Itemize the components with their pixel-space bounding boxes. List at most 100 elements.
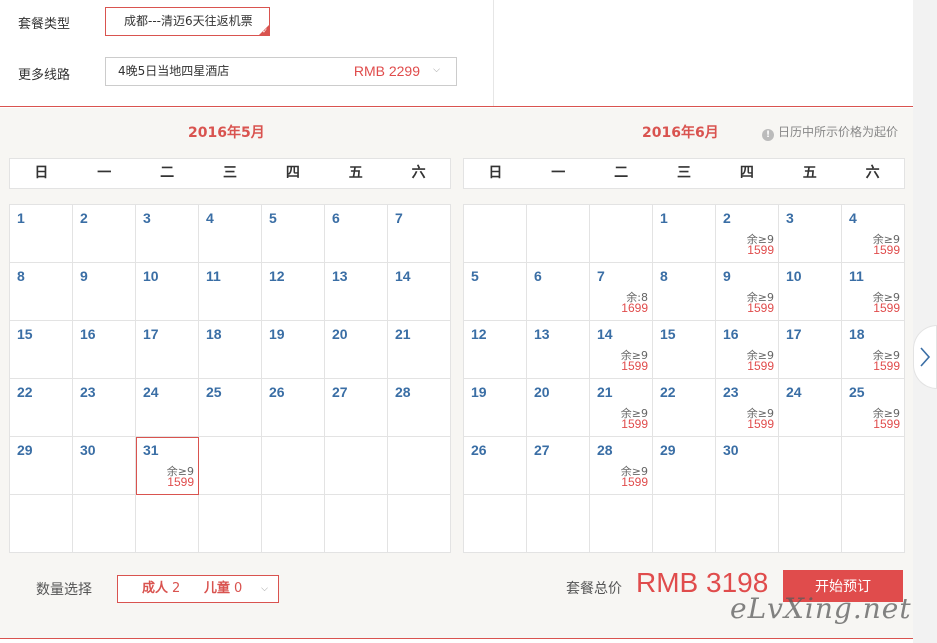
calendar-day-cell[interactable]: 6 — [527, 263, 590, 321]
calendar-day-cell[interactable]: 17 — [136, 321, 199, 379]
calendar-day-cell[interactable]: 20 — [325, 321, 388, 379]
package-type-label: 套餐类型 — [18, 17, 71, 32]
weekday-header-may: 日 一 二 三 四 五 六 — [9, 158, 451, 189]
day-number: 3 — [143, 210, 151, 226]
calendar-day-cell[interactable]: 22 — [653, 379, 716, 437]
chevron-right-icon — [920, 347, 931, 367]
day-price: 1599 — [873, 301, 900, 315]
day-number: 2 — [80, 210, 88, 226]
day-number: 12 — [471, 326, 487, 342]
watermark: eLvXing.net — [730, 592, 912, 625]
calendar-empty-cell — [325, 437, 388, 495]
child-label: 儿童 — [204, 581, 231, 596]
calendar-day-cell[interactable]: 26 — [262, 379, 325, 437]
calendar-day-cell[interactable]: 24 — [136, 379, 199, 437]
day-number: 5 — [471, 268, 479, 284]
day-price: 1599 — [747, 359, 774, 373]
day-number: 10 — [786, 268, 802, 284]
calendar-day-cell[interactable]: 19 — [464, 379, 527, 437]
day-number: 1 — [17, 210, 25, 226]
day-number: 19 — [471, 384, 487, 400]
day-number: 23 — [723, 384, 739, 400]
day-number: 16 — [80, 326, 96, 342]
calendar-day-cell[interactable]: 20 — [527, 379, 590, 437]
calendar-day-cell[interactable]: 29 — [653, 437, 716, 495]
day-price: 1599 — [747, 301, 774, 315]
day-number: 4 — [849, 210, 857, 226]
day-number: 25 — [206, 384, 222, 400]
calendar-day-cell[interactable]: 30 — [716, 437, 779, 495]
calendar-day-cell[interactable]: 10 — [779, 263, 842, 321]
day-number: 22 — [17, 384, 33, 400]
calendar-day-cell[interactable]: 2 余≥9 1599 — [716, 205, 779, 263]
package-type-option[interactable]: 成都---清迈6天往返机票 ✓ — [105, 7, 270, 36]
calendar-day-cell[interactable]: 10 — [136, 263, 199, 321]
calendar-day-cell[interactable]: 23 余≥9 1599 — [716, 379, 779, 437]
calendar-day-cell[interactable]: 4 — [199, 205, 262, 263]
calendar-day-cell[interactable]: 30 — [73, 437, 136, 495]
calendar-day-cell[interactable]: 25 — [199, 379, 262, 437]
calendar-day-cell[interactable]: 15 — [653, 321, 716, 379]
calendar-day-cell[interactable]: 7 余:8 1699 — [590, 263, 653, 321]
calendar-day-cell[interactable]: 14 — [388, 263, 451, 321]
calendar-day-cell[interactable]: 5 — [464, 263, 527, 321]
day-number: 27 — [534, 442, 550, 458]
calendar-day-cell[interactable]: 28 — [388, 379, 451, 437]
calendar-day-cell[interactable]: 2 — [73, 205, 136, 263]
calendar-day-cell[interactable]: 1 — [653, 205, 716, 263]
weekday-label: 二 — [160, 165, 175, 181]
calendar-day-cell[interactable]: 17 — [779, 321, 842, 379]
calendar-day-cell[interactable]: 18 余≥9 1599 — [842, 321, 905, 379]
day-price: 1599 — [621, 359, 648, 373]
calendar-day-cell[interactable]: 24 — [779, 379, 842, 437]
calendar-day-cell[interactable]: 3 — [136, 205, 199, 263]
calendar-empty-cell — [590, 495, 653, 553]
calendar-day-cell[interactable]: 15 — [10, 321, 73, 379]
calendar-day-cell[interactable]: 9 余≥9 1599 — [716, 263, 779, 321]
calendar-empty-cell — [779, 495, 842, 553]
calendar-day-cell[interactable]: 8 — [10, 263, 73, 321]
calendar-empty-cell — [716, 495, 779, 553]
calendar-day-cell[interactable]: 4 余≥9 1599 — [842, 205, 905, 263]
calendar-day-cell[interactable]: 21 余≥9 1599 — [590, 379, 653, 437]
calendar-day-cell[interactable]: 11 余≥9 1599 — [842, 263, 905, 321]
calendar-day-cell[interactable]: 27 — [527, 437, 590, 495]
calendar-day-cell[interactable]: 21 — [388, 321, 451, 379]
calendar-day-cell[interactable]: 11 — [199, 263, 262, 321]
calendar-day-cell[interactable]: 6 — [325, 205, 388, 263]
calendar-day-cell[interactable]: 22 — [10, 379, 73, 437]
day-number: 15 — [17, 326, 33, 342]
calendar-day-cell[interactable]: 3 — [779, 205, 842, 263]
calendar-day-cell[interactable]: 23 — [73, 379, 136, 437]
calendar-day-cell[interactable]: 12 — [262, 263, 325, 321]
calendar-day-cell[interactable]: 14 余≥9 1599 — [590, 321, 653, 379]
calendar-day-cell[interactable]: 31 余≥9 1599 — [136, 437, 199, 495]
calendar-day-cell[interactable]: 9 — [73, 263, 136, 321]
day-number: 18 — [206, 326, 222, 342]
calendar-day-cell[interactable]: 26 — [464, 437, 527, 495]
calendar-day-cell[interactable]: 19 — [262, 321, 325, 379]
calendar-day-cell[interactable]: 29 — [10, 437, 73, 495]
calendar-day-cell[interactable]: 5 — [262, 205, 325, 263]
calendar-day-cell[interactable]: 8 — [653, 263, 716, 321]
quantity-select[interactable]: 成人 2 儿童 0 ⌵ — [117, 575, 279, 603]
day-number: 15 — [660, 326, 676, 342]
more-routes-select[interactable]: 4晚5日当地四星酒店 RMB 2299 ⌵ — [105, 57, 457, 86]
calendar-day-cell[interactable]: 18 — [199, 321, 262, 379]
calendar-day-cell[interactable]: 13 — [325, 263, 388, 321]
calendar-day-cell[interactable]: 1 — [10, 205, 73, 263]
calendar-day-cell[interactable]: 27 — [325, 379, 388, 437]
calendar-day-cell[interactable]: 12 — [464, 321, 527, 379]
weekday-label: 二 — [614, 165, 629, 181]
calendar-day-cell[interactable]: 28 余≥9 1599 — [590, 437, 653, 495]
day-number: 28 — [395, 384, 411, 400]
day-number: 13 — [332, 268, 348, 284]
month-title-june: 2016年6月 — [642, 125, 719, 141]
calendar-day-cell[interactable]: 16 余≥9 1599 — [716, 321, 779, 379]
calendar-day-cell[interactable]: 13 — [527, 321, 590, 379]
month-title-may: 2016年5月 — [188, 125, 265, 141]
calendar-day-cell[interactable]: 7 — [388, 205, 451, 263]
day-number: 24 — [786, 384, 802, 400]
calendar-day-cell[interactable]: 16 — [73, 321, 136, 379]
calendar-day-cell[interactable]: 25 余≥9 1599 — [842, 379, 905, 437]
